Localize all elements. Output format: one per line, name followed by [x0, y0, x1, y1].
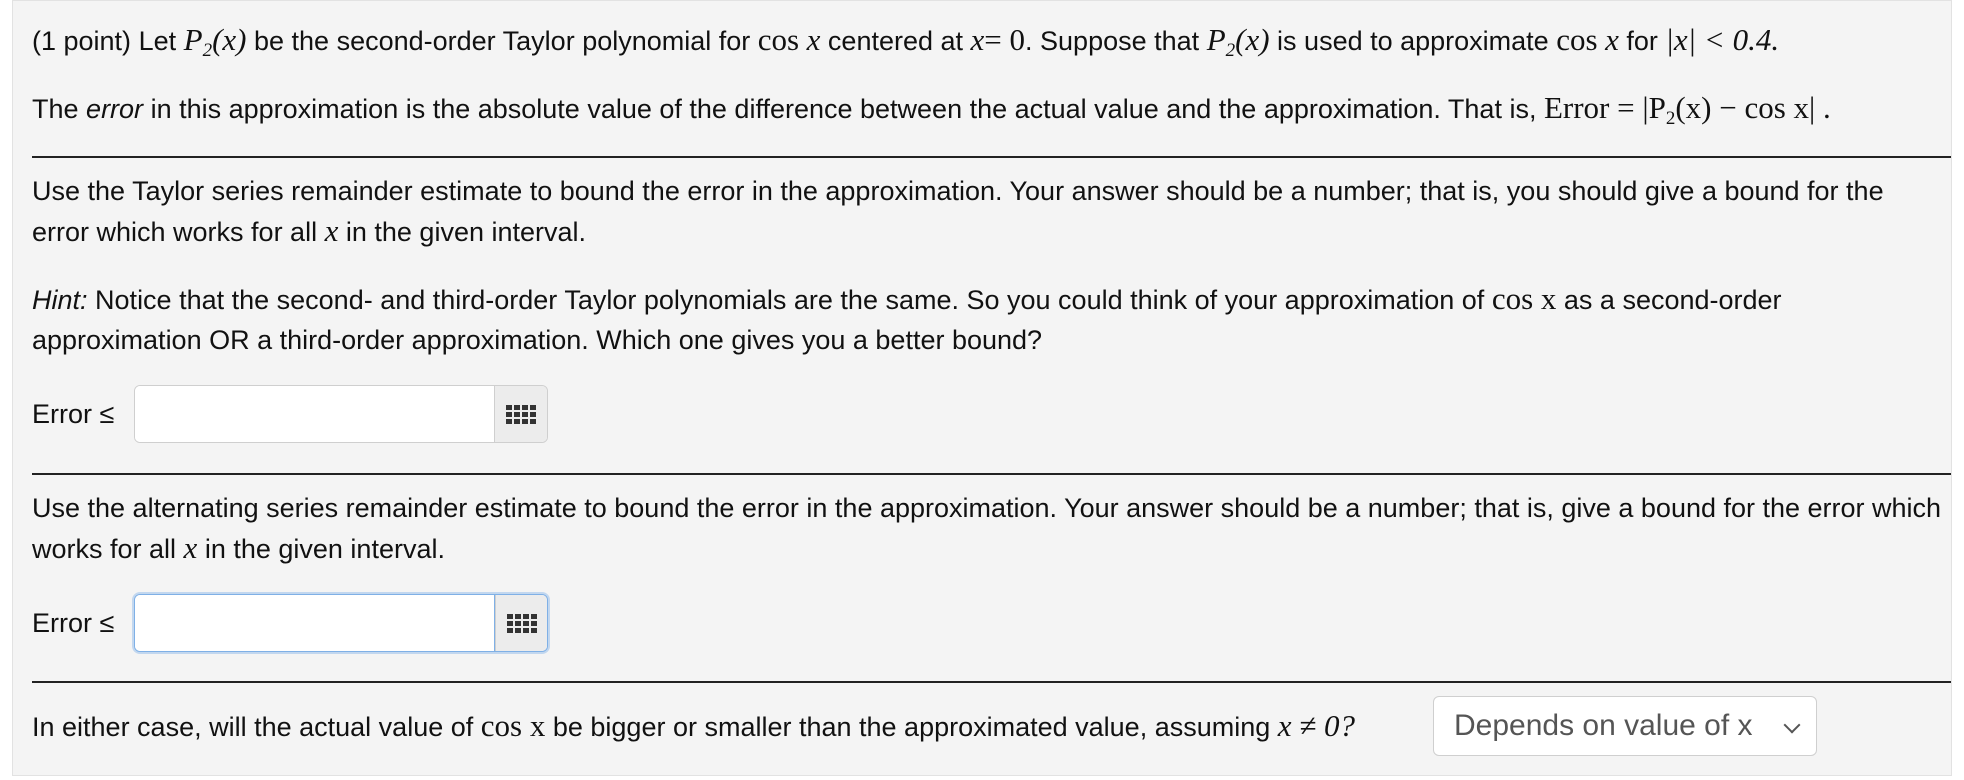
part2-answer-group: [134, 594, 548, 652]
part1-answer-group: [134, 385, 548, 443]
part2-error-label: Error ≤: [32, 608, 115, 638]
select-value: Depends on value of x: [1454, 709, 1753, 742]
equation-grid-icon: [506, 404, 536, 424]
part1-error-label: Error ≤: [32, 399, 115, 429]
hint-label: Hint:: [32, 285, 88, 315]
part3-question: In either case, will the actual value of…: [32, 708, 1356, 743]
error-formula: Error = |P2(x) − cos x| .: [1543, 90, 1831, 129]
problem-intro: (1 point) Let P2(x) be the second-order …: [32, 22, 1780, 61]
part1-question: Use the Taylor series remainder estimate…: [32, 176, 1884, 248]
part1-hint: Hint: Notice that the second- and third-…: [32, 281, 1782, 355]
section-divider: [32, 156, 1951, 158]
error-definition: The error in this approximation is the a…: [32, 90, 1831, 129]
problem-panel: (1 point) Let P2(x) be the second-order …: [12, 0, 1952, 776]
equation-grid-icon: [506, 613, 537, 633]
chevron-down-icon: [1783, 716, 1801, 734]
math-p2: P2(x): [183, 22, 247, 61]
part1-equation-editor-button[interactable]: [494, 386, 547, 442]
part2-equation-editor-button[interactable]: [495, 595, 547, 651]
part2-question: Use the alternating series remainder est…: [32, 493, 1942, 565]
section-divider: [32, 473, 1951, 475]
part3-answer-select[interactable]: Depends on value of x: [1433, 696, 1817, 756]
section-divider: [32, 681, 1951, 683]
points-label: (1 point): [32, 26, 132, 56]
interval-condition: |x| < 0.4.: [1665, 22, 1780, 57]
part1-answer-input[interactable]: [135, 386, 494, 442]
part2-answer-input[interactable]: [135, 595, 495, 651]
